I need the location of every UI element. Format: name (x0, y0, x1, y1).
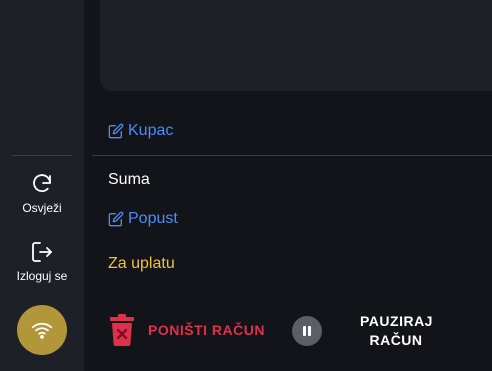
pause-receipt-button[interactable]: PAUZIRAJ RAČUN (292, 312, 432, 350)
discount-label: Popust (128, 210, 178, 227)
pause-label-line1: PAUZIRAJ (360, 313, 433, 329)
sum-label: Suma (108, 171, 150, 188)
to-pay-label: Za uplatu (108, 255, 175, 272)
logout-icon (32, 242, 52, 262)
refresh-button[interactable]: Osvježi (0, 172, 84, 215)
sidebar-divider (12, 155, 72, 156)
receipt-items-panel (100, 0, 492, 91)
pause-label-line2: RAČUN (369, 332, 423, 348)
customer-edit-link[interactable]: Kupac (108, 122, 173, 140)
sidebar: Osvježi Izloguj se (0, 0, 84, 371)
cancel-receipt-button[interactable]: PONIŠTI RAČUN (108, 313, 265, 347)
refresh-icon (33, 174, 51, 192)
receipt-area: Kupac Suma Popust Za uplatu PONIŠTI RAČU… (84, 0, 492, 371)
cancel-receipt-label: PONIŠTI RAČUN (148, 322, 265, 338)
wifi-status-button[interactable] (17, 305, 67, 355)
edit-icon (108, 123, 124, 139)
discount-edit-link[interactable]: Popust (108, 210, 178, 228)
edit-icon (108, 211, 124, 227)
refresh-label: Osvježi (22, 201, 62, 215)
logout-button[interactable]: Izloguj se (0, 240, 84, 283)
trash-icon (110, 314, 134, 346)
wifi-icon (31, 322, 53, 339)
pause-icon (292, 316, 322, 346)
logout-label: Izloguj se (16, 269, 68, 283)
receipt-divider (92, 155, 492, 156)
customer-label: Kupac (128, 122, 174, 139)
pause-receipt-label: PAUZIRAJ RAČUN (360, 312, 432, 350)
